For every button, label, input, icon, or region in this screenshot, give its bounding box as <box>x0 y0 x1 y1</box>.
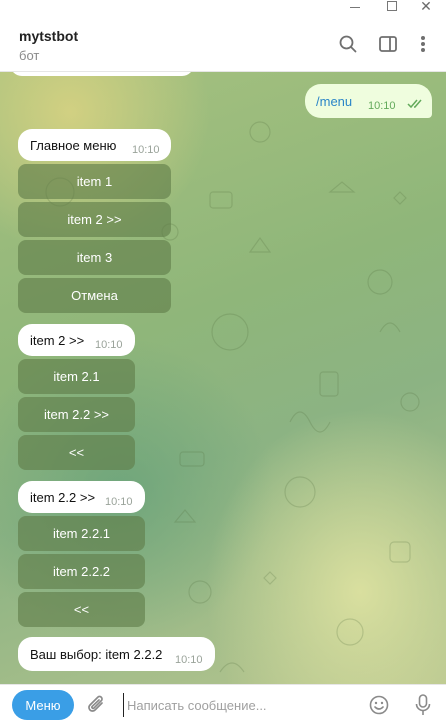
paperclip-icon[interactable] <box>85 693 109 717</box>
inline-button-item-2-2[interactable]: item 2.2 >> <box>18 397 135 432</box>
close-icon[interactable]: ✕ <box>416 0 436 13</box>
message-time: 10:10 <box>105 496 133 508</box>
bot-menu-button[interactable]: Меню <box>12 690 74 720</box>
message-time: 10:10 <box>368 100 396 112</box>
window-titlebar: ✕ <box>0 0 446 14</box>
search-icon[interactable] <box>336 32 360 56</box>
inline-button-item-2-2-2[interactable]: item 2.2.2 <box>18 554 145 589</box>
minimize-icon[interactable] <box>345 0 365 12</box>
inline-button-item-1[interactable]: item 1 <box>18 164 171 199</box>
incoming-message[interactable]: item 2.2 >> 10:10 <box>18 481 145 513</box>
chat-subtitle: бот <box>19 48 40 63</box>
chat-history[interactable]: /menu 10:10 Главное меню 10:10 item 1 it… <box>0 72 446 684</box>
incoming-message[interactable]: item 2 >> 10:10 <box>18 324 135 356</box>
double-check-icon <box>407 99 422 109</box>
inline-button-item-2[interactable]: item 2 >> <box>18 202 171 237</box>
microphone-icon[interactable] <box>411 692 435 718</box>
message-input[interactable] <box>123 693 353 717</box>
message-text: Главное меню <box>30 138 117 153</box>
incoming-message[interactable]: Главное меню 10:10 <box>18 129 171 161</box>
maximize-icon[interactable] <box>382 0 402 12</box>
more-vertical-icon[interactable] <box>411 32 435 56</box>
chat-header: mytstbot бот <box>0 14 446 72</box>
message-text[interactable]: /menu <box>316 94 352 109</box>
inline-button-item-2-2-1[interactable]: item 2.2.1 <box>18 516 145 551</box>
message-text: Ваш выбор: item 2.2.2 <box>30 647 163 662</box>
message-time: 10:10 <box>132 144 160 156</box>
inline-button-back[interactable]: << <box>18 592 145 627</box>
emoji-icon[interactable] <box>367 693 391 717</box>
compose-bar: Меню <box>0 684 446 727</box>
sidebar-panel-icon[interactable] <box>376 32 400 56</box>
message-text: item 2 >> <box>30 333 85 348</box>
message-text: item 2.2 >> <box>30 490 96 505</box>
chat-title[interactable]: mytstbot <box>19 28 78 44</box>
previous-message-fragment <box>10 72 194 76</box>
inline-button-item-3[interactable]: item 3 <box>18 240 171 275</box>
outgoing-message[interactable]: /menu 10:10 <box>305 84 432 118</box>
incoming-message[interactable]: Ваш выбор: item 2.2.2 10:10 <box>18 637 215 671</box>
message-time: 10:10 <box>175 654 203 666</box>
inline-button-item-2-1[interactable]: item 2.1 <box>18 359 135 394</box>
inline-button-back[interactable]: << <box>18 435 135 470</box>
inline-button-cancel[interactable]: Отмена <box>18 278 171 313</box>
message-time: 10:10 <box>95 339 123 351</box>
